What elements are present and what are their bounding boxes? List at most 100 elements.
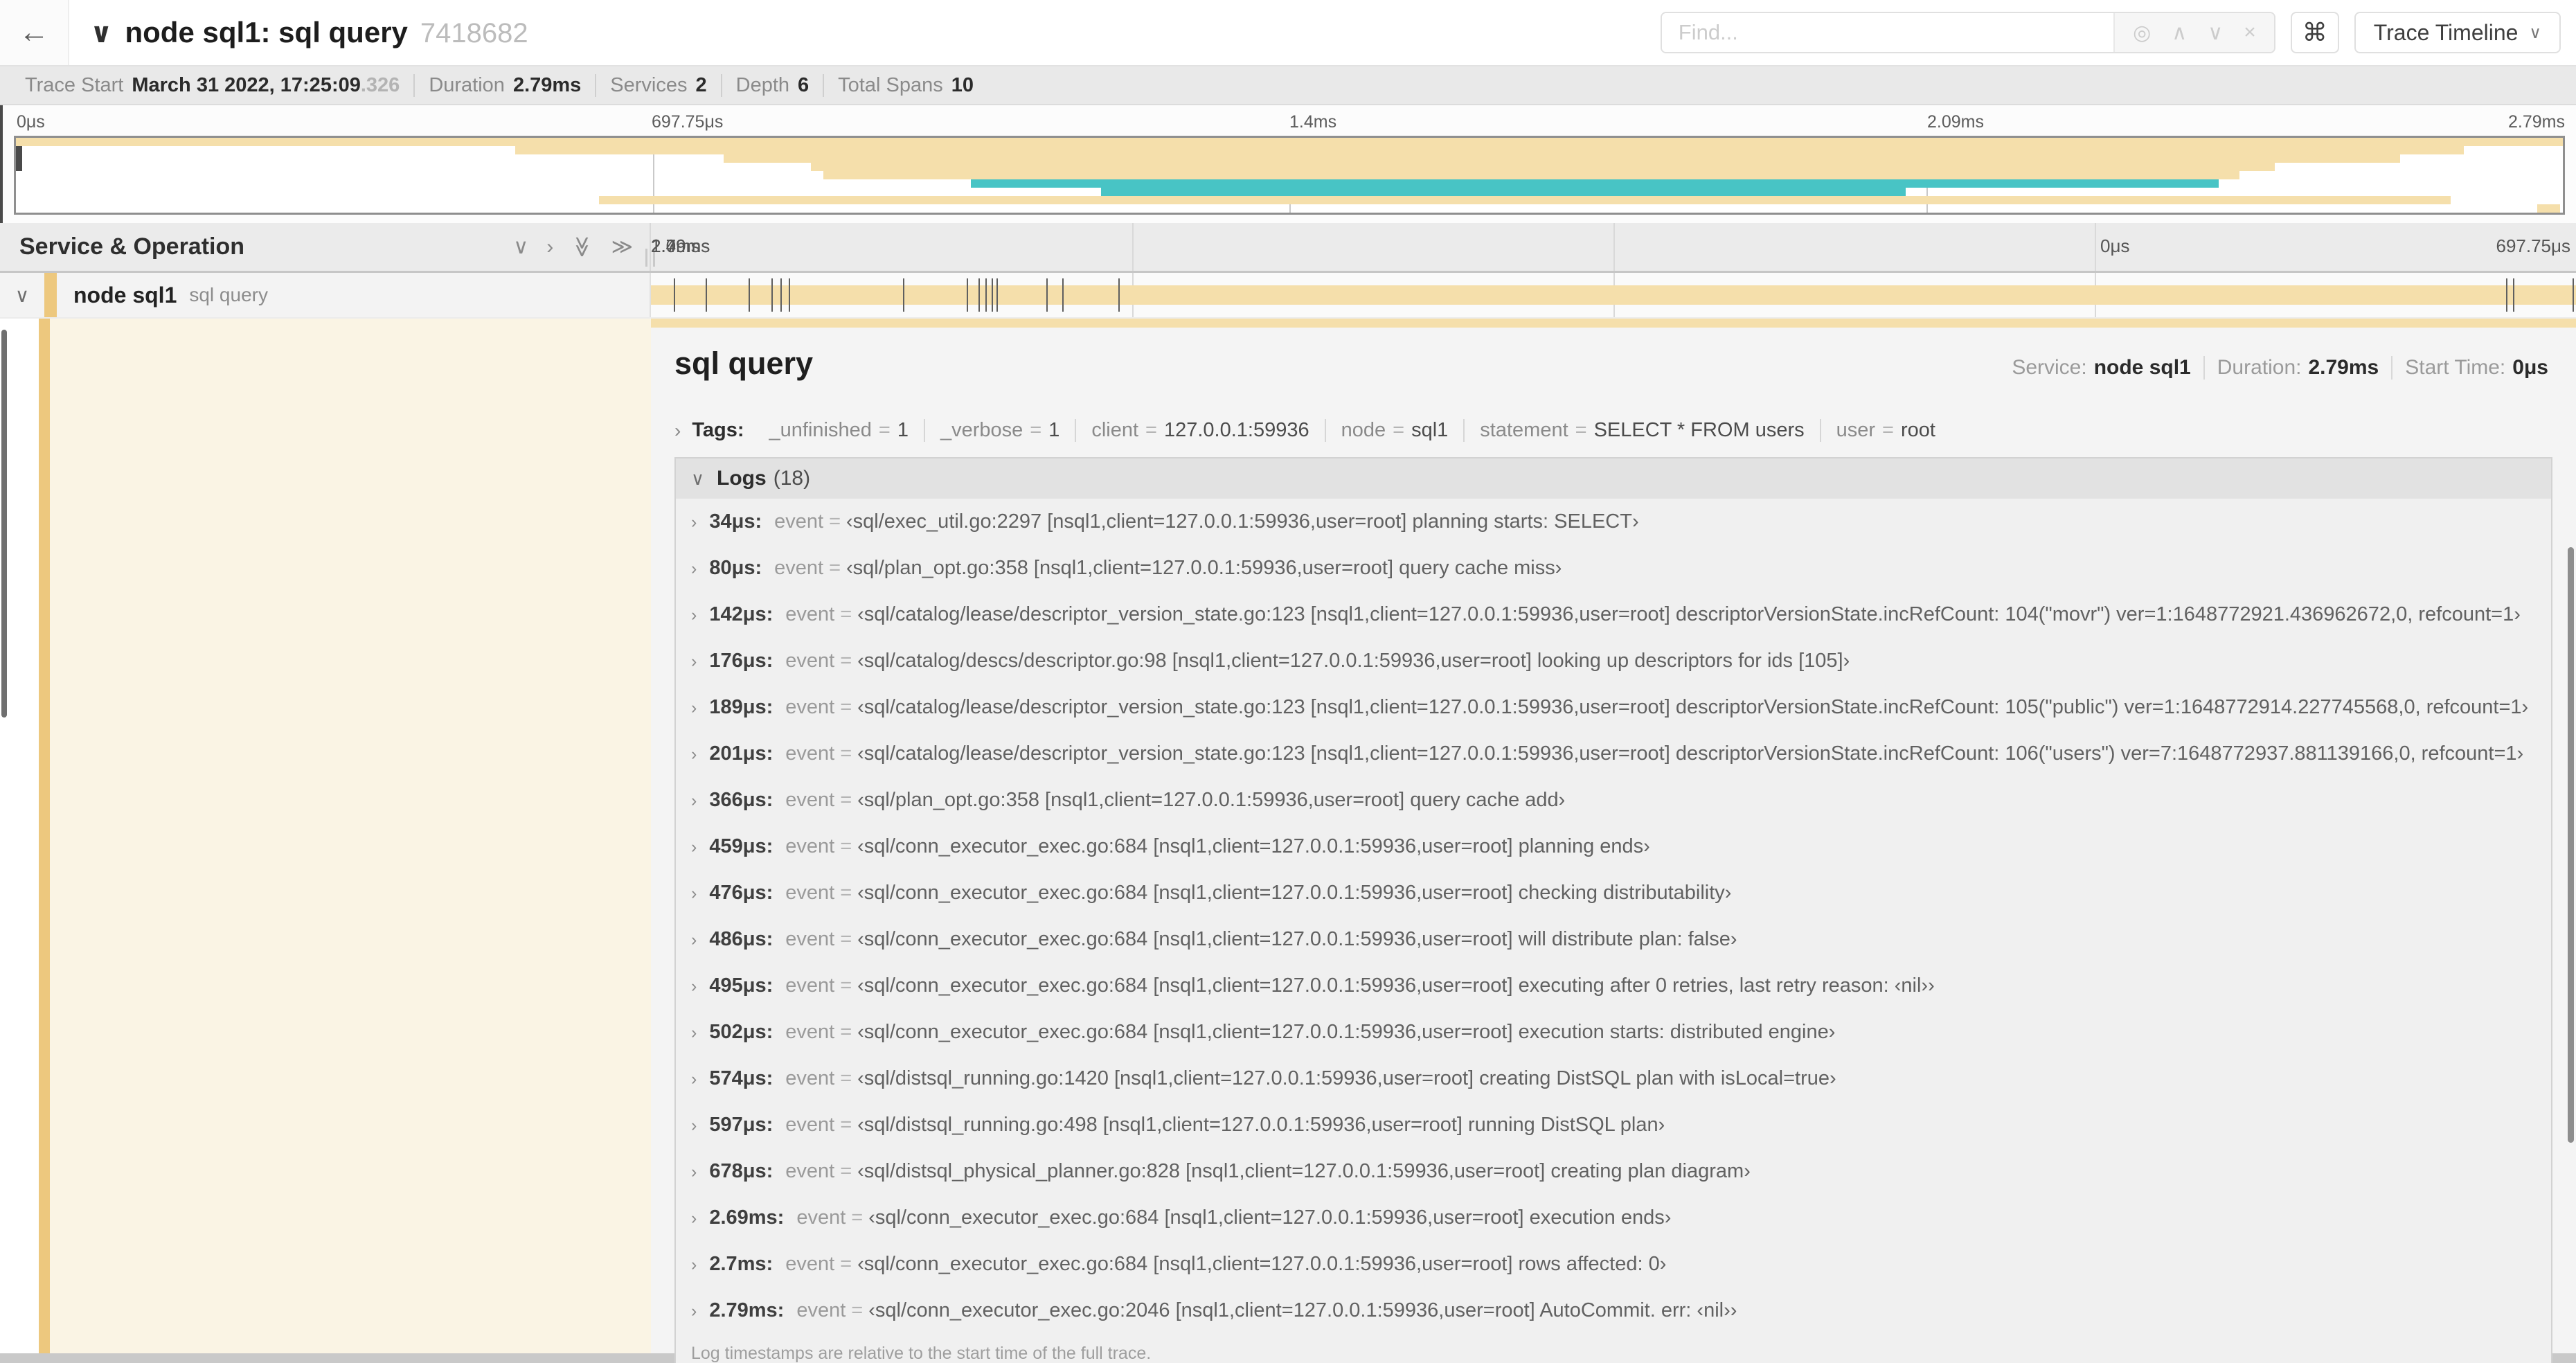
axis-tick-label: 0μs: [2100, 235, 2130, 256]
log-expand-icon[interactable]: ›: [691, 513, 697, 533]
focus-match-icon[interactable]: ◎: [2133, 21, 2151, 45]
logs-header[interactable]: ∨ Logs (18): [676, 458, 2551, 499]
collapse-all-icon[interactable]: ≫: [570, 236, 594, 258]
log-entry[interactable]: › 34μs: event = ‹sql/exec_util.go:2297 […: [676, 499, 2551, 545]
log-expand-icon[interactable]: ›: [691, 1023, 697, 1043]
trace-title: node sql1: sql query: [125, 16, 408, 48]
log-entry[interactable]: › 495μs: event = ‹sql/conn_executor_exec…: [676, 963, 2551, 1009]
collapse-one-icon[interactable]: ∨: [513, 235, 528, 259]
axis-gridline: [1132, 223, 1134, 271]
log-value: ‹sql/exec_util.go:2297 [nsql1,client=127…: [846, 510, 1639, 533]
expand-one-icon[interactable]: ›: [546, 235, 553, 259]
view-selector-button[interactable]: Trace Timeline ∨: [2354, 12, 2561, 53]
log-expand-icon[interactable]: ›: [691, 1162, 697, 1182]
log-expand-icon[interactable]: ›: [691, 977, 697, 997]
log-entry[interactable]: › 366μs: event = ‹sql/plan_opt.go:358 [n…: [676, 777, 2551, 823]
summary-item: Services 2: [596, 73, 722, 97]
log-entry[interactable]: › 459μs: event = ‹sql/conn_executor_exec…: [676, 823, 2551, 870]
prev-match-icon[interactable]: ∧: [2172, 21, 2187, 45]
log-expand-icon[interactable]: ›: [691, 605, 697, 625]
minimap-span-bar: [810, 162, 2275, 171]
log-marker-tick: [992, 278, 994, 312]
log-marker-tick: [1046, 278, 1048, 312]
log-expand-icon[interactable]: ›: [691, 559, 697, 579]
detail-meta-item: Service: node sql1: [1999, 356, 2205, 380]
minimap-span-bar: [16, 138, 2563, 146]
log-field: event: [785, 1067, 835, 1089]
tag-item: statement = SELECT * FROM users: [1465, 419, 1821, 442]
span-tree-gutter: [0, 319, 651, 1353]
log-expand-icon[interactable]: ›: [691, 837, 697, 857]
log-expand-icon[interactable]: ›: [691, 698, 697, 718]
tags-row[interactable]: › Tags: _unfinished = 1 _verbose = 1 cli…: [651, 400, 2576, 457]
log-expand-icon[interactable]: ›: [691, 1116, 697, 1136]
log-entry[interactable]: › 678μs: event = ‹sql/distsql_physical_p…: [676, 1148, 2551, 1195]
log-expand-icon[interactable]: ›: [691, 1069, 697, 1089]
log-marker-tick: [1062, 278, 1064, 312]
summary-value: 6: [798, 73, 810, 96]
minimap-span-bar: [515, 145, 2464, 154]
logs-footnote: Log timestamps are relative to the start…: [691, 1344, 1152, 1363]
minimap-graph[interactable]: [14, 136, 2565, 215]
log-entry[interactable]: › 142μs: event = ‹sql/catalog/lease/desc…: [676, 591, 2551, 638]
chevron-down-icon: ∨: [2529, 23, 2541, 42]
log-marker-tick: [902, 278, 904, 312]
log-field: event: [785, 1160, 835, 1182]
next-match-icon[interactable]: ∨: [2208, 21, 2223, 45]
vertical-scrollbar-right[interactable]: [2568, 547, 2574, 1143]
log-entry[interactable]: › 189μs: event = ‹sql/catalog/lease/desc…: [676, 684, 2551, 731]
log-marker-tick: [789, 278, 791, 312]
log-expand-icon[interactable]: ›: [691, 791, 697, 811]
minimap-span-bar: [971, 179, 2219, 188]
log-entry[interactable]: › 176μs: event = ‹sql/catalog/descs/desc…: [676, 638, 2551, 684]
log-expand-icon[interactable]: ›: [691, 1255, 697, 1275]
log-entry[interactable]: › 2.7ms: event = ‹sql/conn_executor_exec…: [676, 1241, 2551, 1288]
log-field: event: [785, 1114, 835, 1136]
log-field: event: [785, 742, 835, 765]
log-marker-tick: [2572, 278, 2574, 312]
span-collapse-icon[interactable]: ∨: [0, 284, 44, 307]
vertical-scrollbar-left[interactable]: [1, 330, 7, 718]
log-value: ‹sql/distsql_running.go:498 [nsql1,clien…: [857, 1114, 1665, 1136]
log-entry[interactable]: › 2.79ms: event = ‹sql/conn_executor_exe…: [676, 1288, 2551, 1334]
log-entry[interactable]: › 486μs: event = ‹sql/conn_executor_exec…: [676, 916, 2551, 963]
log-timestamp: 80μs:: [709, 557, 762, 579]
find-input[interactable]: [1661, 13, 2114, 52]
minimap-tick-label: 2.09ms: [1927, 112, 1984, 132]
span-duration-bar[interactable]: [651, 285, 2576, 305]
log-expand-icon[interactable]: ›: [691, 745, 697, 765]
log-expand-icon[interactable]: ›: [691, 930, 697, 950]
log-entry[interactable]: › 80μs: event = ‹sql/plan_opt.go:358 [ns…: [676, 545, 2551, 591]
log-entry[interactable]: › 574μs: event = ‹sql/distsql_running.go…: [676, 1055, 2551, 1102]
span-row-name-cell[interactable]: ∨ node sql1 sql query: [0, 273, 651, 317]
span-row-timeline-cell[interactable]: [651, 273, 2576, 317]
log-expand-icon[interactable]: ›: [691, 1301, 697, 1321]
span-detail-panel: sql query Service: node sql1 Duration: 2…: [651, 319, 2576, 1363]
log-timestamp: 597μs:: [709, 1114, 773, 1136]
back-button[interactable]: ←: [0, 0, 69, 65]
log-marker-tick: [2506, 278, 2508, 312]
log-entry[interactable]: › 597μs: event = ‹sql/distsql_running.go…: [676, 1102, 2551, 1148]
tags-expand-icon[interactable]: ›: [674, 420, 681, 442]
log-marker-tick: [780, 278, 782, 312]
expand-all-icon[interactable]: ≫: [611, 235, 633, 259]
log-entry[interactable]: › 476μs: event = ‹sql/conn_executor_exec…: [676, 870, 2551, 916]
collapse-trace-icon[interactable]: ∨: [90, 17, 112, 49]
log-entry[interactable]: › 502μs: event = ‹sql/conn_executor_exec…: [676, 1009, 2551, 1055]
summary-label: Depth: [735, 73, 790, 96]
log-field: event: [785, 603, 835, 625]
trace-id: 7418682: [420, 18, 528, 48]
log-value: ‹sql/conn_executor_exec.go:684 [nsql1,cl…: [857, 882, 1732, 904]
log-value: ‹sql/conn_executor_exec.go:684 [nsql1,cl…: [857, 1021, 1836, 1043]
clear-find-icon[interactable]: ×: [2244, 21, 2256, 44]
keyboard-shortcuts-button[interactable]: ⌘: [2290, 12, 2339, 53]
log-expand-icon[interactable]: ›: [691, 1209, 697, 1229]
log-expand-icon[interactable]: ›: [691, 884, 697, 904]
log-entry[interactable]: › 2.69ms: event = ‹sql/conn_executor_exe…: [676, 1195, 2551, 1241]
summary-item: Duration 2.79ms: [415, 73, 597, 97]
summary-value: 2.79ms: [512, 73, 582, 96]
log-field: event: [785, 974, 835, 997]
log-value: ‹sql/conn_executor_exec.go:2046 [nsql1,c…: [868, 1299, 1737, 1321]
log-entry[interactable]: › 201μs: event = ‹sql/catalog/lease/desc…: [676, 731, 2551, 777]
log-expand-icon[interactable]: ›: [691, 652, 697, 672]
